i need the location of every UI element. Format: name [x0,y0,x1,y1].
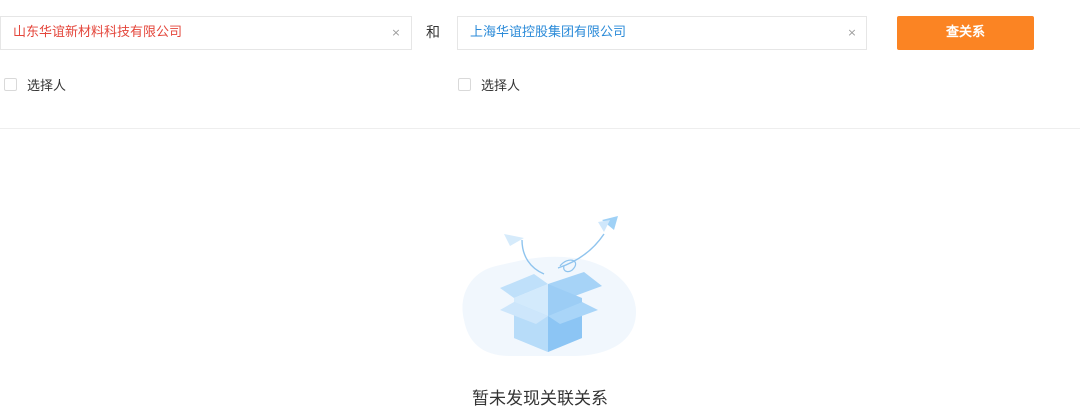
select-person-a-checkbox[interactable] [4,77,17,91]
select-person-b-label[interactable]: 选择人 [481,75,520,94]
query-relation-button[interactable]: 查关系 [897,16,1034,50]
company-b-value[interactable]: 上海华谊控股集团有限公司 [470,17,626,49]
company-a-value[interactable]: 山东华谊新材料科技有限公司 [13,17,182,49]
relation-search-page: 山东华谊新材料科技有限公司 × 和 上海华谊控股集团有限公司 × 查关系 选择人… [0,0,1080,419]
select-person-b-checkbox[interactable] [458,77,471,91]
empty-box-icon [462,216,636,356]
clear-company-b-icon[interactable]: × [847,27,857,38]
company-a-input[interactable]: 山东华谊新材料科技有限公司 × [0,16,412,50]
select-person-a-label[interactable]: 选择人 [27,75,66,94]
select-person-b-option[interactable]: 选择人 [458,75,520,94]
company-b-input[interactable]: 上海华谊控股集团有限公司 × [457,16,867,50]
section-divider [0,128,1080,129]
clear-company-a-icon[interactable]: × [391,27,401,38]
select-person-a-option[interactable]: 选择人 [4,75,66,94]
and-label: 和 [426,25,440,41]
empty-state-message: 暂未发现关联关系 [472,389,608,409]
